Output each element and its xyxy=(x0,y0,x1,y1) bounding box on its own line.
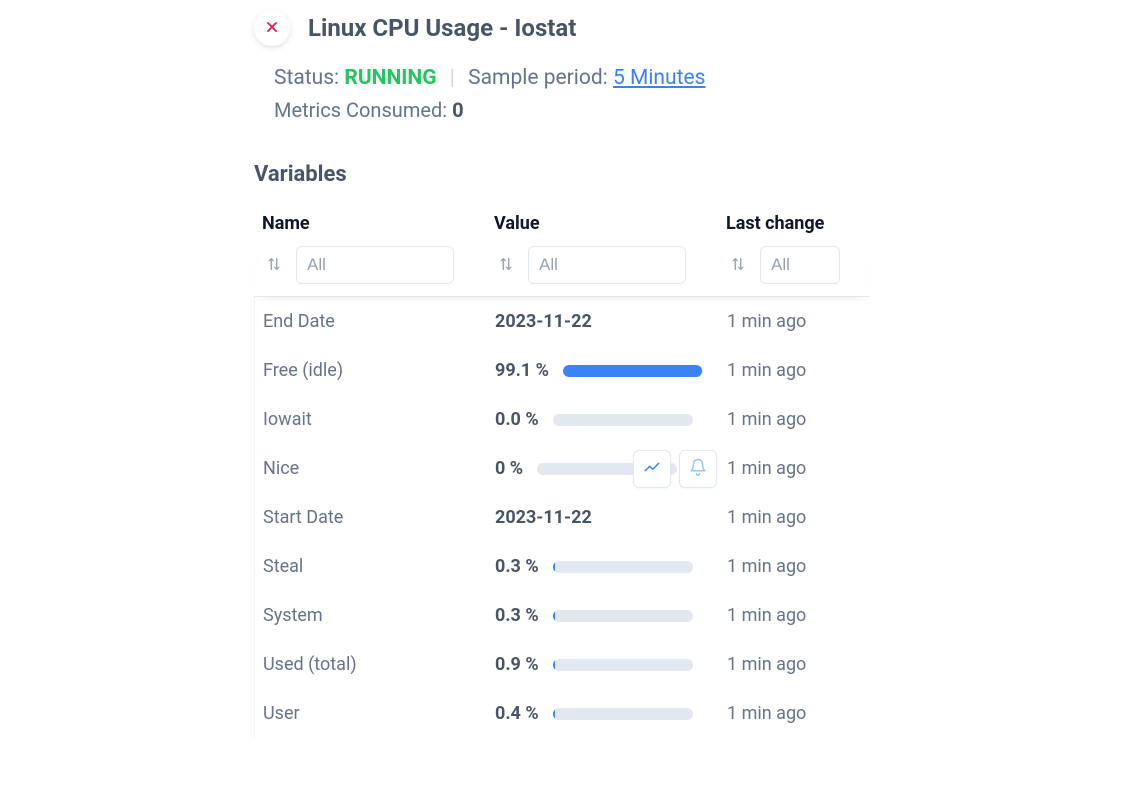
row-value: 2023-11-22 xyxy=(495,311,592,332)
progress-bar xyxy=(553,659,693,671)
row-name: Used (total) xyxy=(263,654,495,675)
table-row[interactable]: Nice0 % 1 min ago xyxy=(254,444,869,493)
sort-icon xyxy=(266,256,282,275)
row-last-change: 1 min ago xyxy=(727,507,859,528)
table-row[interactable]: Iowait0.0 % 1 min ago xyxy=(254,395,869,444)
table-body: End Date2023-11-221 min agoFree (idle)99… xyxy=(254,297,869,738)
row-last-change: 1 min ago xyxy=(727,311,859,332)
column-header-name: Name xyxy=(262,213,494,234)
row-value-cell: 0.3 % xyxy=(495,556,727,577)
row-actions xyxy=(633,450,717,488)
row-value: 0.3 % xyxy=(495,605,539,626)
progress-bar xyxy=(553,610,693,622)
row-value: 0.0 % xyxy=(495,409,539,430)
metrics-line: Metrics Consumed: 0 xyxy=(274,98,894,122)
progress-bar xyxy=(553,414,693,426)
row-last-change: 1 min ago xyxy=(727,409,859,430)
variables-table: Name Value Last change xyxy=(254,205,869,738)
status-value: RUNNING xyxy=(344,66,436,90)
status-label: Status: xyxy=(274,66,339,90)
detail-panel: Linux CPU Usage - Iostat Status: RUNNING… xyxy=(254,0,894,738)
row-value-cell: 0.3 % xyxy=(495,605,727,626)
row-value-cell: 0.4 % xyxy=(495,703,727,724)
chart-button[interactable] xyxy=(633,450,671,488)
progress-bar xyxy=(553,708,693,720)
row-name: End Date xyxy=(263,311,495,332)
metrics-value: 0 xyxy=(452,98,463,122)
separator: | xyxy=(450,66,455,90)
row-last-change: 1 min ago xyxy=(727,360,859,381)
chart-line-icon xyxy=(643,458,661,479)
bell-icon xyxy=(689,458,707,479)
section-title: Variables xyxy=(254,162,894,187)
row-last-change: 1 min ago xyxy=(727,458,859,479)
progress-bar-fill xyxy=(553,610,555,622)
sort-name-button[interactable] xyxy=(262,253,286,277)
row-value: 0.4 % xyxy=(495,703,539,724)
row-value: 0.9 % xyxy=(495,654,539,675)
table-row[interactable]: Used (total)0.9 % 1 min ago xyxy=(254,640,869,689)
column-header-value: Value xyxy=(494,213,726,234)
table-row[interactable]: Start Date2023-11-22 1 min ago xyxy=(254,493,869,542)
row-last-change: 1 min ago xyxy=(727,556,859,577)
progress-bar xyxy=(563,365,703,377)
row-value: 0 % xyxy=(495,458,523,479)
sort-value-button[interactable] xyxy=(494,253,518,277)
filter-value-input[interactable] xyxy=(528,246,686,284)
progress-bar-fill xyxy=(553,561,555,573)
status-line: Status: RUNNING | Sample period: 5 Minut… xyxy=(274,66,894,90)
page-title: Linux CPU Usage - Iostat xyxy=(308,14,576,42)
metrics-label: Metrics Consumed: xyxy=(274,98,447,122)
row-value: 2023-11-22 xyxy=(495,507,592,528)
table-row[interactable]: Free (idle)99.1 % 1 min ago xyxy=(254,346,869,395)
row-last-change: 1 min ago xyxy=(727,703,859,724)
table-header-row: Name Value Last change xyxy=(254,205,869,242)
row-value: 0.3 % xyxy=(495,556,539,577)
table-row[interactable]: End Date2023-11-22 1 min ago xyxy=(254,297,869,346)
progress-bar-fill xyxy=(563,365,702,377)
row-last-change: 1 min ago xyxy=(727,605,859,626)
table-row[interactable]: System0.3 % 1 min ago xyxy=(254,591,869,640)
sample-period-link[interactable]: 5 Minutes xyxy=(613,66,705,90)
filter-name-input[interactable] xyxy=(296,246,454,284)
row-value-cell: 2023-11-22 xyxy=(495,507,727,528)
row-name: Iowait xyxy=(263,409,495,430)
table-filter-row xyxy=(254,242,869,297)
row-value: 99.1 % xyxy=(495,360,549,381)
row-name: System xyxy=(263,605,495,626)
row-name: User xyxy=(263,703,495,724)
row-value-cell: 99.1 % xyxy=(495,360,727,381)
row-value-cell: 0.9 % xyxy=(495,654,727,675)
row-name: Start Date xyxy=(263,507,495,528)
filter-last-change-input[interactable] xyxy=(760,246,840,284)
progress-bar-fill xyxy=(553,708,555,720)
row-value-cell: 0.0 % xyxy=(495,409,727,430)
row-name: Nice xyxy=(263,458,495,479)
column-header-last-change: Last change xyxy=(726,213,859,234)
row-value-cell: 2023-11-22 xyxy=(495,311,727,332)
alert-button[interactable] xyxy=(679,450,717,488)
close-icon xyxy=(265,20,279,37)
sort-icon xyxy=(498,256,514,275)
progress-bar-fill xyxy=(553,659,555,671)
row-name: Steal xyxy=(263,556,495,577)
table-row[interactable]: User0.4 % 1 min ago xyxy=(254,689,869,738)
sort-icon xyxy=(730,256,746,275)
sample-period-label: Sample period: xyxy=(468,66,608,90)
table-row[interactable]: Steal0.3 % 1 min ago xyxy=(254,542,869,591)
progress-bar xyxy=(553,561,693,573)
row-name: Free (idle) xyxy=(263,360,495,381)
panel-header: Linux CPU Usage - Iostat xyxy=(254,10,894,46)
sort-last-change-button[interactable] xyxy=(726,253,750,277)
row-last-change: 1 min ago xyxy=(727,654,859,675)
row-value-cell: 0 % xyxy=(495,458,727,479)
close-button[interactable] xyxy=(254,10,290,46)
